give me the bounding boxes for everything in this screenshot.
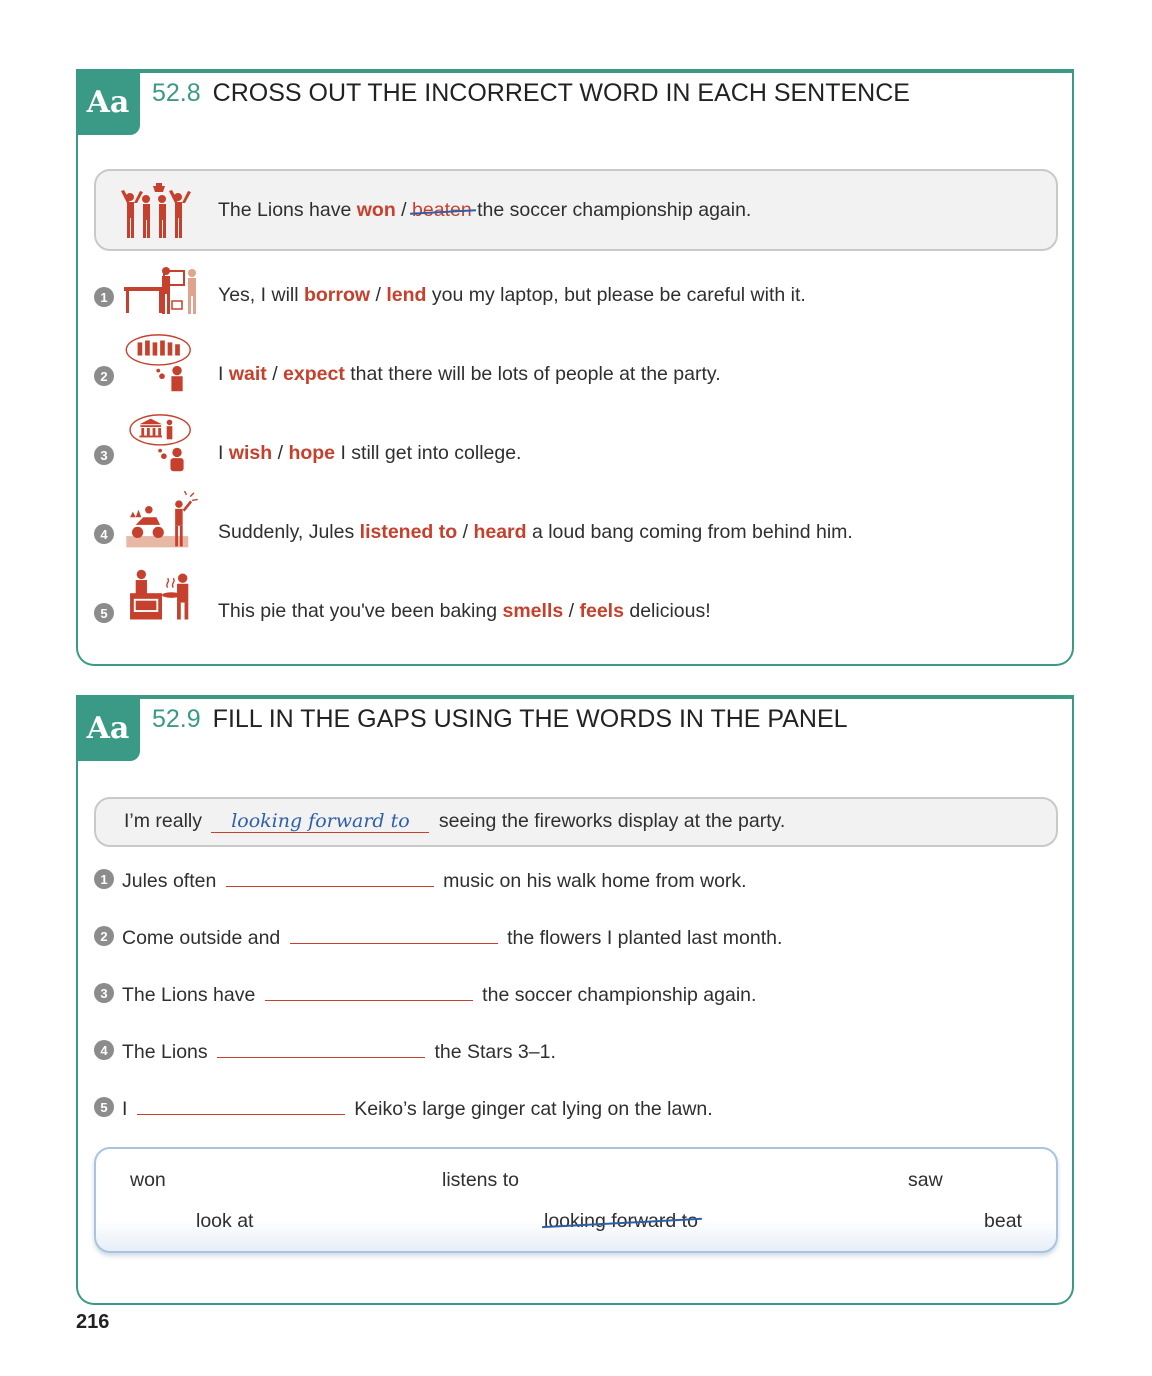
item-number-badge: 3 [94, 983, 114, 1003]
example-answer: looking forward to [211, 810, 430, 833]
sentence-text: Suddenly, Jules [218, 521, 360, 543]
vocabulary-badge: Aa [76, 69, 140, 135]
sentence-text: you my laptop, but please be careful wit… [426, 284, 806, 306]
item-number-badge: 1 [94, 287, 114, 307]
crossed-out-panel-word[interactable]: looking forward to [544, 1210, 698, 1233]
exercise-sentence-5: This pie that you've been baking smells … [218, 600, 711, 623]
exercise-title: FILL IN THE GAPS USING THE WORDS IN THE … [212, 705, 848, 733]
word-option[interactable]: borrow [304, 284, 370, 306]
item-number-badge: 2 [94, 926, 114, 946]
word-option[interactable]: lend [386, 284, 426, 306]
answer-blank[interactable] [225, 866, 434, 887]
exercise-heading: 52.8 CROSS OUT THE INCORRECT WORD IN EACH… [152, 79, 910, 108]
crossed-out-word-option[interactable]: beaten [412, 199, 472, 222]
sentence-text: Keiko’s large ginger cat lying on the la… [348, 1098, 713, 1120]
exercise-number: 52.9 [152, 705, 201, 733]
sentence-text: Come outside and [122, 927, 286, 949]
gap-sentence-5: I Keiko’s large ginger cat lying on the … [122, 1094, 713, 1121]
soccer-team-celebrating-icon [121, 183, 191, 238]
sentence-text: the soccer championship again. [471, 199, 752, 221]
item-number-badge: 1 [94, 869, 114, 889]
sentence-text: I [218, 363, 229, 385]
answer-blank[interactable] [289, 923, 498, 944]
word-option[interactable]: won [357, 199, 396, 221]
exercise-sentence-1: Yes, I will borrow / lend you my laptop,… [218, 284, 806, 307]
item-number-badge: 4 [94, 524, 114, 544]
exercise-sentence-3: I wish / hope I still get into college. [218, 442, 521, 465]
panel-word[interactable]: saw [908, 1169, 943, 1192]
answer-blank[interactable] [217, 1037, 426, 1058]
word-option[interactable]: wait [229, 363, 267, 385]
answer-blank[interactable] [136, 1094, 345, 1115]
sentence-text: music on his walk home from work. [437, 870, 747, 892]
word-option[interactable]: listened to [360, 521, 458, 543]
answer-blank[interactable] [264, 980, 473, 1001]
sentence-text: This pie that you've been baking [218, 600, 503, 622]
sentence-text: the flowers I planted last month. [501, 927, 783, 949]
exercise-heading: 52.9 FILL IN THE GAPS USING THE WORDS IN … [152, 705, 848, 734]
example-sentence: I’m really looking forward to seeing the… [124, 810, 785, 833]
exercise-52-8: Aa 52.8 CROSS OUT THE INCORRECT WORD IN E… [76, 69, 1074, 666]
exercise-52-9: Aa 52.9 FILL IN THE GAPS USING THE WORDS … [76, 695, 1074, 1305]
item-number-badge: 4 [94, 1040, 114, 1060]
sentence-text: that there will be lots of people at the… [344, 363, 721, 385]
example-box: The Lions have won / beaten the soccer c… [94, 169, 1058, 251]
gap-sentence-3: The Lions have the soccer championship a… [122, 980, 756, 1007]
page-number: 216 [76, 1311, 110, 1333]
word-option[interactable]: expect [283, 363, 345, 385]
option-separator: / [272, 442, 289, 464]
sentence-text: the soccer championship again. [476, 984, 757, 1006]
sentence-text: a loud bang coming from behind him. [526, 521, 853, 543]
sentence-text: Yes, I will [218, 284, 304, 306]
sentence-text: I still get into college. [335, 442, 522, 464]
sentence-text: Jules often [122, 870, 222, 892]
motorbike-bang-icon [126, 491, 198, 548]
panel-word[interactable]: won [130, 1169, 166, 1192]
lending-laptop-icon [124, 267, 196, 314]
sentence-text: The Lions [122, 1041, 214, 1063]
option-separator: / [395, 199, 413, 221]
sentence-text: I [122, 1098, 133, 1120]
option-separator: / [563, 600, 580, 622]
option-separator: / [266, 363, 284, 385]
sentence-text: I [218, 442, 229, 464]
item-number-badge: 5 [94, 1097, 114, 1117]
example-box: I’m really looking forward to seeing the… [94, 797, 1058, 847]
word-option[interactable]: feels [579, 600, 623, 622]
item-number-badge: 3 [94, 445, 114, 465]
option-separator: / [457, 521, 474, 543]
exercise-sentence-4: Suddenly, Jules listened to / heard a lo… [218, 521, 853, 544]
word-option[interactable]: smells [503, 600, 564, 622]
sentence-text: The Lions have [122, 984, 261, 1006]
baking-pie-icon [130, 569, 189, 620]
exercise-sentence-2: I wait / expect that there will be lots … [218, 363, 721, 386]
vocabulary-badge: Aa [76, 695, 140, 761]
college-thought-bubble-icon [129, 414, 191, 472]
gap-sentence-1: Jules often music on his walk home from … [122, 866, 747, 893]
gap-sentence-2: Come outside and the flowers I planted l… [122, 923, 782, 950]
word-option[interactable]: wish [229, 442, 272, 464]
sentence-text: I’m really [124, 810, 208, 832]
example-sentence: The Lions have won / beaten the soccer c… [218, 199, 751, 222]
sentence-text: seeing the fireworks display at the part… [433, 810, 786, 832]
word-option[interactable]: heard [473, 521, 526, 543]
exercise-title: CROSS OUT THE INCORRECT WORD IN EACH SEN… [212, 79, 910, 107]
word-option[interactable]: hope [288, 442, 335, 464]
item-number-badge: 2 [94, 366, 114, 386]
sentence-text: The Lions have [218, 199, 357, 221]
option-separator: / [370, 284, 387, 306]
party-thought-bubble-icon [125, 334, 191, 392]
panel-word[interactable]: beat [984, 1210, 1022, 1233]
exercise-number: 52.8 [152, 79, 201, 107]
sentence-text: the Stars 3–1. [429, 1041, 556, 1063]
panel-word[interactable]: look at [196, 1210, 253, 1233]
word-panel: won listens to saw look at looking forwa… [94, 1147, 1058, 1253]
sentence-text: delicious! [623, 600, 711, 622]
item-number-badge: 5 [94, 603, 114, 623]
gap-sentence-4: The Lions the Stars 3–1. [122, 1037, 556, 1064]
panel-word[interactable]: listens to [442, 1169, 519, 1192]
